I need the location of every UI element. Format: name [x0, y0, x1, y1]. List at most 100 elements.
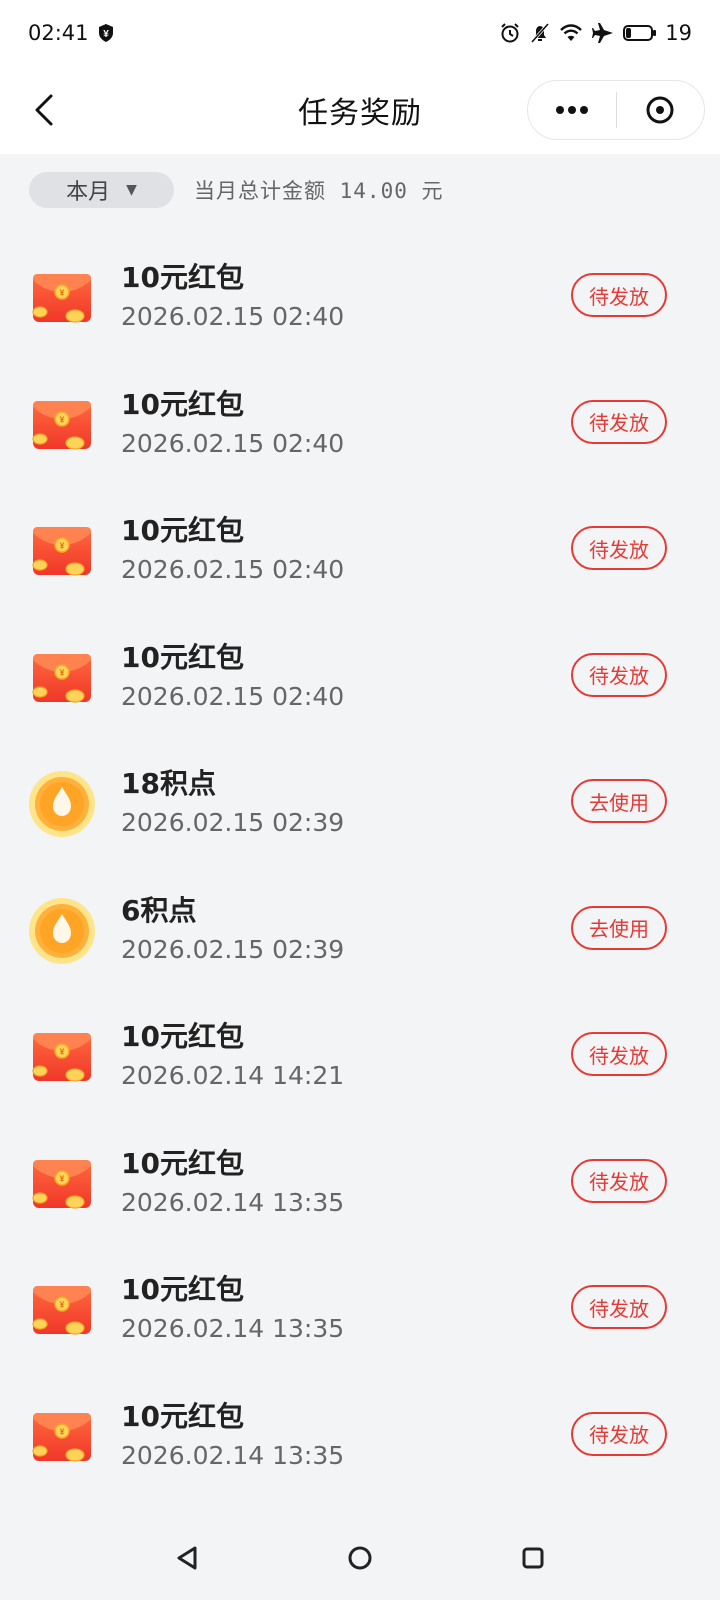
monthly-total: 当月总计金额 14.00 元	[194, 179, 444, 203]
reward-time: 2026.02.15 02:39	[121, 808, 345, 837]
reward-amount: 18	[121, 767, 160, 800]
reward-time: 2026.02.15 02:40	[121, 555, 345, 584]
reward-list-item: ¥ 10元红包 2026.02.14 13:35 待发放	[0, 1248, 720, 1375]
svg-text:¥: ¥	[60, 1427, 65, 1436]
red-packet-icon: ¥	[30, 266, 94, 330]
triangle-back-icon	[177, 1546, 197, 1569]
reward-unit: 元红包	[159, 1146, 244, 1180]
header: 任务奖励	[0, 66, 720, 154]
reward-amount: 6	[121, 893, 141, 927]
reward-amount: 10	[121, 1020, 160, 1053]
reward-amount: 10	[121, 514, 160, 547]
red-packet-icon: ¥	[30, 1025, 94, 1089]
reward-list: ¥ 10元红包 2026.02.15 02:40 待发放 ¥ 10元红包 2026.0…	[0, 236, 720, 1501]
reward-unit: 元红包	[159, 640, 244, 674]
use-points-button[interactable]: 去使用	[571, 779, 667, 823]
svg-text:¥: ¥	[60, 289, 65, 298]
reward-amount: 10	[121, 1273, 160, 1306]
status-bar: 02:41 ¥ 19	[0, 0, 720, 66]
reward-list-item: ¥ 10元红包 2026.02.14 13:35 待发放	[0, 1375, 720, 1502]
svg-text:¥: ¥	[60, 668, 65, 677]
reward-title: 10元红包	[121, 1015, 244, 1055]
pending-status-button[interactable]: 待发放	[571, 652, 667, 697]
caret-down-icon: ▼	[126, 182, 137, 198]
reward-title: 10元红包	[121, 1268, 244, 1308]
airplane-icon	[591, 22, 615, 44]
reward-list-item: 18积点 2026.02.15 02:39 去使用	[0, 742, 720, 869]
points-drop-icon	[28, 770, 96, 838]
muted-bell-icon	[529, 22, 551, 44]
reward-list-item: ¥ 10元红包 2026.02.15 02:40 待发放	[0, 616, 720, 743]
circle-home-icon	[348, 1546, 372, 1569]
points-drop-icon	[28, 897, 96, 965]
reward-time: 2026.02.14 14:21	[121, 1061, 345, 1090]
reward-amount: 10	[121, 1146, 160, 1180]
battery-level: 19	[665, 21, 692, 45]
mini-program-capsule	[527, 80, 705, 140]
reward-time: 2026.02.15 02:40	[121, 681, 345, 711]
svg-text:¥: ¥	[60, 415, 65, 424]
battery-icon	[623, 24, 657, 42]
reward-unit: 元红包	[159, 1399, 244, 1433]
square-recents-icon	[522, 1547, 544, 1568]
yuan-shield-icon: ¥	[97, 23, 115, 43]
month-dropdown[interactable]: 本月 ▼	[29, 172, 174, 208]
red-packet-icon: ¥	[30, 646, 94, 710]
reward-title: 6积点	[121, 889, 197, 929]
red-packet-icon: ¥	[30, 393, 94, 457]
red-packet-icon: ¥	[30, 519, 94, 583]
close-circle-icon	[646, 96, 674, 124]
reward-title: 10元红包	[121, 1142, 244, 1182]
reward-unit: 元红包	[159, 1273, 244, 1306]
reward-title: 10元红包	[121, 256, 244, 296]
reward-list-item: ¥ 10元红包 2026.02.15 02:40 待发放	[0, 236, 720, 363]
more-button[interactable]	[528, 80, 616, 140]
reward-amount: 10	[121, 640, 160, 674]
reward-unit: 元红包	[159, 261, 244, 294]
svg-text:¥: ¥	[60, 1301, 65, 1310]
reward-unit: 元红包	[159, 1020, 244, 1053]
red-packet-icon: ¥	[30, 1405, 94, 1469]
reward-time: 2026.02.14 13:35	[121, 1314, 345, 1343]
reward-unit: 积点	[140, 893, 197, 927]
reward-amount: 10	[121, 261, 160, 294]
reward-list-item: ¥ 10元红包 2026.02.14 13:35 待发放	[0, 1122, 720, 1249]
reward-title: 10元红包	[121, 383, 244, 423]
svg-text:¥: ¥	[60, 1174, 65, 1183]
svg-text:¥: ¥	[103, 29, 109, 40]
wifi-icon	[559, 23, 583, 43]
nav-recents-button[interactable]	[513, 1538, 553, 1578]
status-time: 02:41	[28, 21, 89, 45]
reward-amount: 10	[121, 387, 160, 421]
reward-list-item: ¥ 10元红包 2026.02.15 02:40 待发放	[0, 363, 720, 490]
reward-time: 2026.02.15 02:39	[121, 934, 345, 964]
system-nav-bar	[0, 1515, 720, 1600]
month-label: 本月	[66, 180, 111, 205]
reward-title: 10元红包	[121, 509, 244, 549]
filter-row: 本月 ▼ 当月总计金额 14.00 元	[0, 154, 720, 226]
status-right: 19	[499, 21, 692, 45]
pending-status-button[interactable]: 待发放	[571, 1411, 667, 1456]
use-points-button[interactable]: 去使用	[571, 905, 667, 950]
nav-back-button[interactable]	[167, 1538, 207, 1578]
red-packet-icon: ¥	[30, 1152, 94, 1216]
reward-time: 2026.02.14 13:35	[121, 1440, 345, 1470]
reward-list-item: 6积点 2026.02.15 02:39 去使用	[0, 869, 720, 996]
status-left: 02:41 ¥	[28, 21, 115, 45]
reward-unit: 元红包	[159, 514, 244, 547]
pending-status-button[interactable]: 待发放	[571, 399, 667, 444]
close-button[interactable]	[617, 80, 705, 140]
pending-status-button[interactable]: 待发放	[571, 1285, 667, 1329]
nav-home-button[interactable]	[340, 1538, 380, 1578]
more-dots-icon	[555, 106, 588, 114]
reward-amount: 10	[121, 1399, 160, 1433]
alarm-icon	[499, 22, 521, 44]
reward-list-item: ¥ 10元红包 2026.02.15 02:40 待发放	[0, 489, 720, 616]
pending-status-button[interactable]: 待发放	[571, 273, 667, 317]
pending-status-button[interactable]: 待发放	[571, 1032, 667, 1076]
pending-status-button[interactable]: 待发放	[571, 526, 667, 570]
red-packet-icon: ¥	[30, 1278, 94, 1342]
pending-status-button[interactable]: 待发放	[571, 1158, 667, 1203]
reward-title: 18积点	[121, 762, 216, 802]
reward-time: 2026.02.14 13:35	[121, 1187, 345, 1217]
